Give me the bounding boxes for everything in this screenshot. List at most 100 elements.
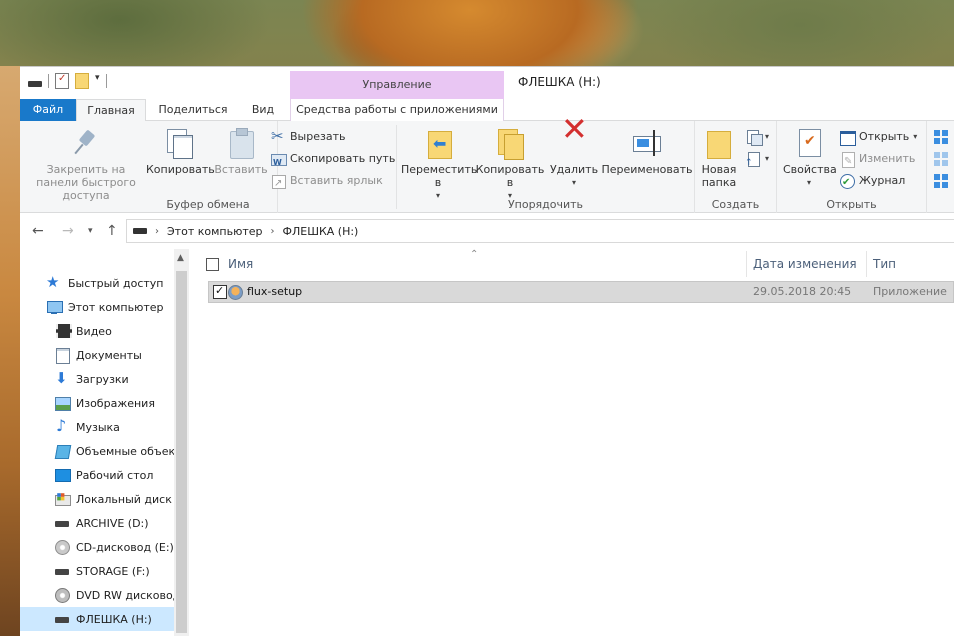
invert-selection-button[interactable] — [933, 171, 949, 191]
file-date: 29.05.2018 20:45 — [753, 285, 852, 298]
edit-label: Изменить — [859, 152, 916, 165]
history-button[interactable]: Журнал — [839, 171, 906, 193]
nav-videos[interactable]: Видео — [20, 319, 175, 343]
column-name[interactable]: Имя — [228, 257, 253, 271]
chevron-right-icon[interactable]: › — [155, 226, 159, 237]
tab-app-tools[interactable]: Средства работы с приложениями — [290, 99, 504, 121]
nav-label: Объемные объекты — [76, 444, 175, 458]
select-all-checkbox[interactable] — [206, 258, 219, 271]
chevron-right-icon[interactable]: › — [271, 226, 275, 237]
nav-this-pc[interactable]: Этот компьютер — [20, 295, 175, 319]
edit-icon — [839, 151, 855, 172]
tab-file[interactable]: Файл — [20, 99, 76, 121]
nav-label: DVD RW дисковод — [76, 588, 175, 602]
edit-button[interactable]: Изменить — [839, 149, 916, 172]
column-separator[interactable] — [746, 251, 747, 277]
move-to-icon — [422, 127, 454, 159]
file-type: Приложение — [873, 285, 947, 298]
new-item-button[interactable]: ▾ — [745, 127, 769, 147]
copy-to-button[interactable]: Копировать в ▾ — [475, 127, 545, 202]
back-arrow-icon[interactable]: ← — [32, 223, 44, 239]
file-row[interactable]: flux-setup 29.05.2018 20:45 Приложение — [208, 281, 954, 303]
scrollbar-thumb[interactable] — [176, 271, 187, 633]
copy-path-button[interactable]: Скопировать путь — [270, 149, 396, 173]
nav-cd-drive-e[interactable]: CD-дисковод (E:) — [20, 535, 175, 559]
paste-button[interactable]: Вставить — [212, 127, 270, 176]
nav-storage-f[interactable]: STORAGE (F:) — [20, 559, 175, 583]
tab-home[interactable]: Главная — [76, 99, 146, 122]
recent-locations-chevron-icon[interactable]: ▾ — [88, 226, 93, 236]
history-icon — [839, 173, 855, 193]
address-bar[interactable]: › Этот компьютер › ФЛЕШКА (H:) — [126, 219, 954, 243]
nav-pictures[interactable]: Изображения — [20, 391, 175, 415]
wallpaper-strip — [0, 66, 20, 636]
customize-toolbar-dropdown-icon[interactable]: ▾ — [95, 73, 100, 89]
select-group — [927, 121, 954, 213]
nav-desktop[interactable]: Рабочий стол — [20, 463, 175, 487]
properties-icon — [793, 127, 825, 159]
music-icon — [54, 416, 70, 435]
scroll-up-arrow-icon[interactable]: ▲ — [177, 253, 184, 263]
nav-label: ARCHIVE (D:) — [76, 516, 149, 530]
new-group-label: Создать — [711, 198, 760, 211]
copy-path-label: Скопировать путь — [290, 152, 396, 165]
delete-button[interactable]: Удалить ▾ — [549, 123, 599, 189]
open-button[interactable]: Открыть ▾ — [839, 127, 917, 147]
nav-usb-h[interactable]: ФЛЕШКА (H:) — [20, 607, 175, 631]
nav-quick-access[interactable]: Быстрый доступ — [20, 271, 175, 295]
move-to-label: Переместить в — [401, 163, 478, 189]
properties-button[interactable]: Свойства ▾ — [783, 127, 837, 189]
nav-local-disk-c[interactable]: Локальный диск (C:) — [20, 487, 175, 511]
select-none-icon — [933, 151, 949, 167]
copy-icon — [163, 127, 195, 159]
downloads-icon — [54, 369, 70, 387]
nav-label: STORAGE (F:) — [76, 564, 150, 578]
cut-button[interactable]: Вырезать — [270, 126, 345, 147]
copy-label: Копировать — [146, 163, 215, 176]
pin-quick-access-button[interactable]: Закрепить на панели быстрого доступа — [26, 127, 146, 202]
nav-label: Документы — [76, 348, 142, 362]
nav-documents[interactable]: Документы — [20, 343, 175, 367]
breadcrumb-current[interactable]: ФЛЕШКА (H:) — [283, 225, 359, 238]
column-date[interactable]: Дата изменения — [753, 257, 857, 271]
chevron-down-icon: ▾ — [806, 178, 811, 187]
easy-access-button[interactable]: ▾ — [745, 149, 769, 173]
up-arrow-icon[interactable]: ↑ — [106, 223, 118, 239]
rename-label: Переименовать — [601, 163, 693, 176]
select-all-button[interactable] — [933, 127, 949, 147]
tab-share[interactable]: Поделиться — [150, 99, 236, 121]
toolbar-separator — [105, 74, 107, 88]
organize-group: Переместить в ▾ Копировать в ▾ Удалить ▾… — [397, 121, 695, 213]
3d-objects-icon — [54, 443, 70, 459]
nav-scrollbar[interactable]: ▲ — [174, 249, 189, 636]
drive-icon — [54, 515, 70, 531]
properties-quick-icon[interactable] — [55, 73, 69, 89]
copy-to-icon — [494, 127, 526, 160]
nav-archive-d[interactable]: ARCHIVE (D:) — [20, 511, 175, 535]
breadcrumb-this-pc[interactable]: Этот компьютер — [167, 225, 263, 238]
nav-3d-objects[interactable]: Объемные объекты — [20, 439, 175, 463]
new-folder-button[interactable]: Новая папка — [699, 127, 739, 189]
new-folder-quick-icon[interactable] — [75, 73, 89, 89]
file-explorer-window: ▾ Управление ФЛЕШКА (H:) Файл Главная По… — [20, 66, 954, 636]
file-name: flux-setup — [247, 285, 303, 298]
row-checkbox[interactable] — [213, 284, 227, 299]
history-label: Журнал — [859, 174, 906, 187]
pictures-icon — [54, 395, 71, 411]
forward-arrow-icon[interactable]: → — [62, 223, 74, 239]
tab-view[interactable]: Вид — [242, 99, 284, 121]
copy-button[interactable]: Копировать — [146, 127, 215, 176]
drive-icon — [28, 81, 42, 87]
nav-dvd-rw-g[interactable]: DVD RW дисковод — [20, 583, 175, 607]
nav-downloads[interactable]: Загрузки — [20, 367, 175, 391]
nav-music[interactable]: Музыка — [20, 415, 175, 439]
file-list: ⌃ Имя Дата изменения Тип flux-setup 29.0… — [200, 249, 954, 636]
rename-button[interactable]: Переименовать — [601, 127, 693, 176]
star-icon — [46, 273, 62, 291]
select-none-button[interactable] — [933, 149, 949, 169]
open-group-label: Открыть — [826, 198, 877, 211]
paste-shortcut-button[interactable]: Вставить ярлык — [270, 171, 383, 194]
column-type[interactable]: Тип — [873, 257, 896, 271]
column-separator[interactable] — [866, 251, 867, 277]
move-to-button[interactable]: Переместить в ▾ — [401, 127, 478, 202]
